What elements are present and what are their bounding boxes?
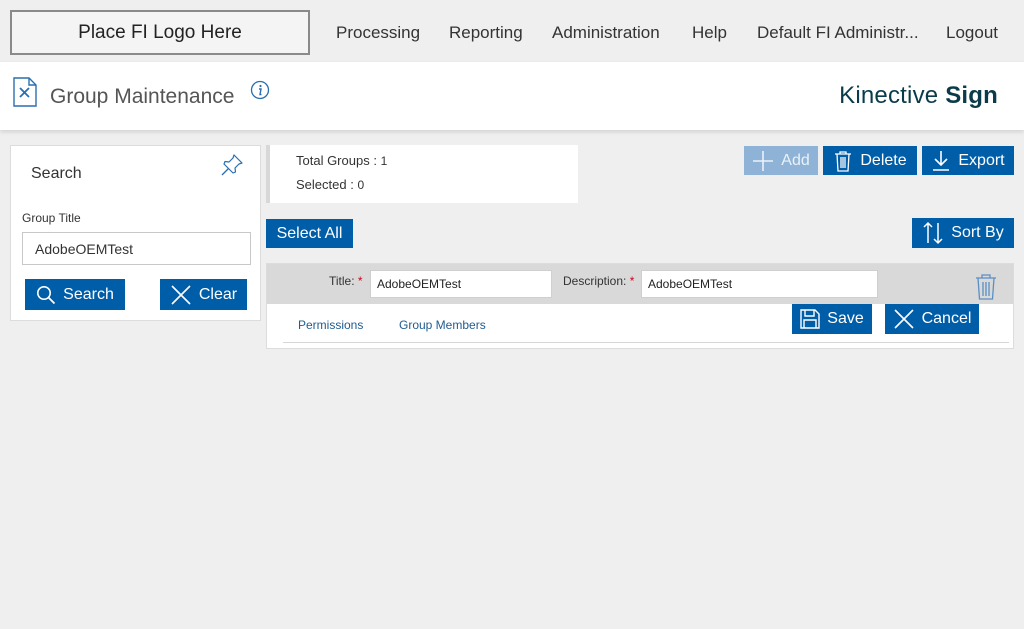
title-input[interactable]: AdobeOEMTest (370, 270, 552, 298)
total-groups: Total Groups : 1 (296, 153, 387, 168)
description-label: Description: * (563, 274, 634, 288)
row-delete-icon[interactable] (974, 273, 998, 301)
group-summary: Total Groups : 1 Selected : 0 (266, 145, 578, 203)
selected-value: 0 (357, 178, 365, 192)
search-icon (37, 285, 56, 304)
brand-name-bold: Sign (945, 82, 998, 109)
brand-name: Kinective (839, 82, 939, 109)
sort-by-button[interactable]: Sort By (912, 218, 1014, 248)
add-button[interactable]: Add (744, 146, 818, 175)
export-button-label: Export (958, 151, 1005, 169)
page-header: Group Maintenance Kinective Sign (0, 62, 1024, 130)
brand-logo: Kinective Sign (839, 82, 998, 110)
tab-group-members[interactable]: Group Members (399, 318, 486, 332)
total-groups-value: 1 (380, 154, 388, 168)
total-groups-label: Total Groups : (296, 153, 377, 168)
trash-icon (835, 150, 852, 172)
close-icon (894, 309, 914, 329)
clear-button[interactable]: Clear (160, 279, 247, 310)
search-button-label: Search (63, 285, 114, 303)
title-label-text: Title: (329, 274, 355, 288)
description-input[interactable]: AdobeOEMTest (641, 270, 878, 298)
save-button-label: Save (827, 310, 864, 327)
group-title-input[interactable] (22, 232, 251, 265)
close-icon (171, 284, 191, 305)
info-icon[interactable] (250, 80, 270, 100)
search-panel: Search Group Title Search Clear (10, 145, 261, 321)
top-nav: Place FI Logo Here Processing Reporting … (0, 0, 1024, 62)
page-title: Group Maintenance (50, 85, 235, 108)
description-required-mark: * (629, 274, 635, 288)
group-edit-row: Title: * AdobeOEMTest Description: * Ado… (267, 264, 1013, 304)
pin-icon[interactable] (220, 153, 244, 177)
tab-permissions[interactable]: Permissions (298, 318, 363, 332)
export-button[interactable]: Export (922, 146, 1014, 175)
title-required-mark: * (357, 274, 363, 288)
divider (283, 342, 1009, 343)
fi-logo-placeholder[interactable]: Place FI Logo Here (10, 10, 310, 55)
select-all-label: Select All (276, 224, 343, 242)
nav-help[interactable]: Help (692, 23, 727, 43)
cancel-button-label: Cancel (921, 310, 972, 327)
download-icon (933, 150, 950, 171)
group-title-label: Group Title (22, 211, 81, 225)
title-label: Title: * (329, 274, 363, 288)
search-button[interactable]: Search (25, 279, 125, 310)
selected-count: Selected : 0 (296, 177, 364, 192)
description-label-text: Description: (563, 274, 627, 288)
delete-button[interactable]: Delete (823, 146, 917, 175)
nav-user-menu[interactable]: Default FI Administr... (757, 23, 919, 43)
add-button-label: Add (781, 151, 810, 169)
selected-label: Selected : (296, 177, 354, 192)
sort-by-label: Sort By (951, 224, 1004, 241)
cancel-button[interactable]: Cancel (885, 304, 979, 334)
delete-button-label: Delete (860, 151, 907, 169)
clear-button-label: Clear (198, 285, 238, 303)
nav-administration[interactable]: Administration (552, 23, 660, 43)
group-item: Title: * AdobeOEMTest Description: * Ado… (266, 263, 1014, 349)
save-icon (800, 309, 820, 329)
plus-icon (753, 150, 774, 171)
document-tools-icon (13, 77, 37, 107)
nav-logout[interactable]: Logout (946, 23, 998, 43)
nav-reporting[interactable]: Reporting (449, 23, 523, 43)
save-button[interactable]: Save (792, 304, 872, 334)
select-all-button[interactable]: Select All (266, 219, 353, 248)
search-panel-title: Search (31, 165, 82, 182)
nav-processing[interactable]: Processing (336, 23, 420, 43)
sort-icon (923, 221, 943, 245)
